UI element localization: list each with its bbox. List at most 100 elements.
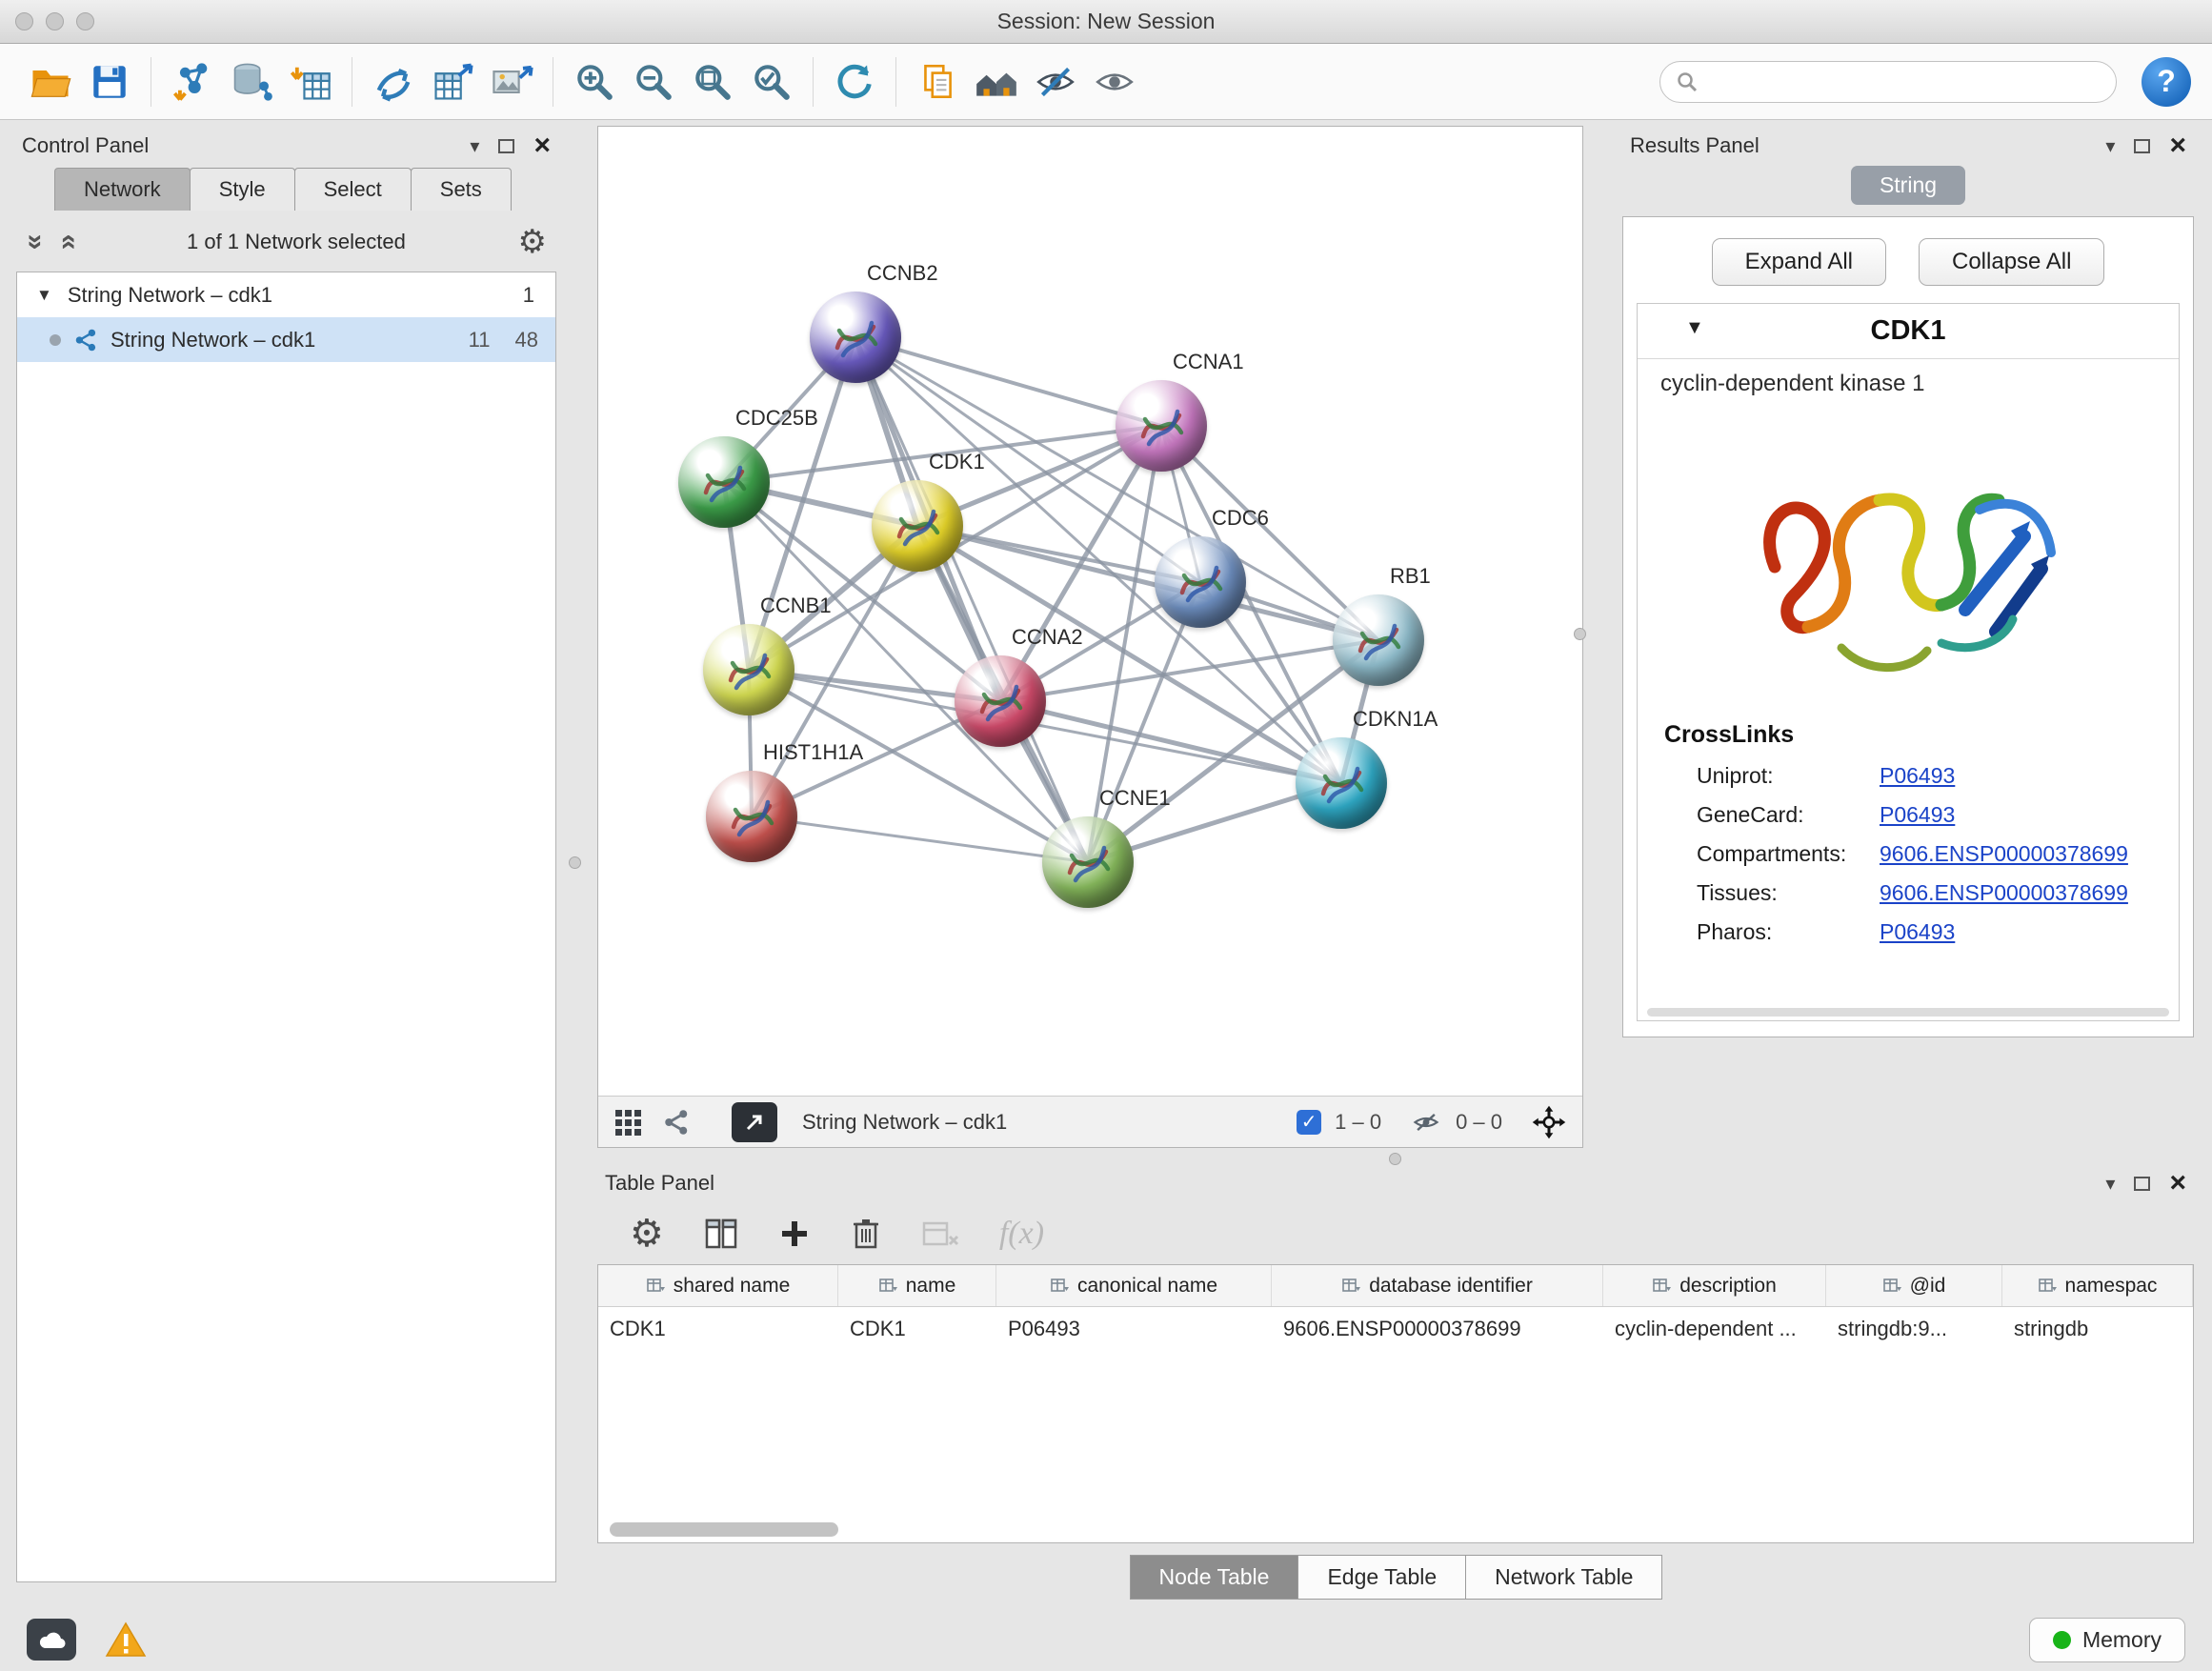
close-panel-icon[interactable]: × <box>2169 1169 2186 1198</box>
column-header-canonical-name[interactable]: canonical name <box>996 1265 1272 1306</box>
collapse-all-button[interactable]: Collapse All <box>1919 238 2104 286</box>
table-settings-gear-icon[interactable]: ⚙ <box>630 1215 664 1253</box>
column-header-namespac[interactable]: namespac <box>2002 1265 2193 1306</box>
gene-header[interactable]: ▼ CDK1 <box>1638 304 2179 359</box>
float-panel-icon[interactable] <box>498 139 514 153</box>
open-session-button[interactable] <box>21 52 80 111</box>
show-annotations-button[interactable] <box>1085 52 1144 111</box>
network-node-hist1h1a[interactable] <box>706 771 797 862</box>
collapse-section-icon[interactable]: ▼ <box>1685 317 1704 339</box>
table-cell[interactable]: CDK1 <box>598 1317 838 1341</box>
import-network-database-button[interactable] <box>222 52 281 111</box>
zoom-out-button[interactable] <box>624 52 683 111</box>
tab-edge-table[interactable]: Edge Table <box>1297 1555 1466 1600</box>
tab-style[interactable]: Style <box>190 168 295 211</box>
table-cell[interactable]: cyclin-dependent ... <box>1603 1317 1826 1341</box>
network-node-ccnb2[interactable] <box>810 292 901 383</box>
grid-view-button[interactable] <box>613 1108 642 1137</box>
zoom-fit-button[interactable] <box>683 52 742 111</box>
hide-annotations-button[interactable] <box>1026 52 1085 111</box>
table-cell[interactable]: CDK1 <box>838 1317 996 1341</box>
tab-node-table[interactable]: Node Table <box>1130 1555 1299 1600</box>
network-node-ccna1[interactable] <box>1116 380 1207 472</box>
splitter-handle[interactable] <box>1574 628 1586 640</box>
tab-string[interactable]: String <box>1851 166 1965 205</box>
crosslink-link[interactable]: 9606.ENSP00000378699 <box>1880 880 2128 906</box>
collapse-all-icon[interactable]: » <box>58 234 75 251</box>
float-panel-icon[interactable] <box>2134 1177 2150 1191</box>
open-in-new-window-button[interactable] <box>732 1102 777 1142</box>
network-canvas[interactable]: CCNB2CCNA1CDC25BCDK1CDC6RB1CCNB1CCNA2CDK… <box>598 127 1582 1096</box>
network-collection-row[interactable]: ▼ String Network – cdk1 1 <box>17 272 555 317</box>
tab-network[interactable]: Network <box>54 168 191 211</box>
crosslink-link[interactable]: P06493 <box>1880 763 1955 789</box>
network-edge[interactable] <box>855 337 1088 862</box>
copy-document-button[interactable] <box>908 52 967 111</box>
network-node-cdkn1a[interactable] <box>1296 737 1387 829</box>
expand-all-icon[interactable]: » <box>27 234 44 251</box>
fit-content-crosshair-icon[interactable] <box>1531 1104 1567 1140</box>
expand-all-button[interactable]: Expand All <box>1712 238 1886 286</box>
network-edge[interactable] <box>749 337 855 670</box>
network-node-cdc25b[interactable] <box>678 436 770 528</box>
table-horizontal-scrollbar[interactable] <box>610 1522 838 1537</box>
panel-menu-icon[interactable]: ▾ <box>2105 1172 2115 1196</box>
network-node-ccnb1[interactable] <box>703 624 794 715</box>
network-row-selected[interactable]: String Network – cdk1 11 48 <box>17 317 555 362</box>
save-session-button[interactable] <box>80 52 139 111</box>
zoom-in-button[interactable] <box>565 52 624 111</box>
network-edge[interactable] <box>855 337 1161 426</box>
table-row[interactable]: CDK1CDK1P064939606.ENSP00000378699cyclin… <box>598 1307 2193 1351</box>
network-node-cdc6[interactable] <box>1155 536 1246 628</box>
crosslink-link[interactable]: P06493 <box>1880 802 1955 828</box>
panel-menu-icon[interactable]: ▾ <box>2105 134 2115 158</box>
network-node-ccna2[interactable] <box>955 655 1046 747</box>
home-views-button[interactable] <box>967 52 1026 111</box>
cloud-status-button[interactable] <box>27 1619 76 1661</box>
table-cell[interactable]: stringdb <box>2002 1317 2193 1341</box>
import-network-file-button[interactable] <box>163 52 222 111</box>
search-input[interactable] <box>1708 70 2101 93</box>
float-panel-icon[interactable] <box>2134 139 2150 153</box>
network-overview-button[interactable] <box>663 1108 692 1137</box>
delete-column-icon[interactable] <box>851 1217 881 1251</box>
add-column-icon[interactable] <box>778 1218 811 1250</box>
column-header-shared-name[interactable]: shared name <box>598 1265 838 1306</box>
table-cell[interactable]: stringdb:9... <box>1826 1317 2002 1341</box>
import-table-button[interactable] <box>281 52 340 111</box>
close-window-button[interactable] <box>15 12 33 30</box>
refresh-button[interactable] <box>825 52 884 111</box>
help-button[interactable]: ? <box>2142 57 2191 107</box>
table-cell[interactable]: P06493 <box>996 1317 1272 1341</box>
crosslink-link[interactable]: P06493 <box>1880 919 1955 945</box>
splitter-handle[interactable] <box>569 856 581 869</box>
network-edge[interactable] <box>917 526 1378 640</box>
network-options-gear-icon[interactable]: ⚙ <box>518 226 547 258</box>
minimize-window-button[interactable] <box>46 12 64 30</box>
column-header-description[interactable]: description <box>1603 1265 1826 1306</box>
show-columns-icon[interactable] <box>704 1218 738 1250</box>
results-scrollbar[interactable] <box>1647 1008 2169 1017</box>
crosslink-link[interactable]: 9606.ENSP00000378699 <box>1880 841 2128 867</box>
tab-select[interactable]: Select <box>294 168 412 211</box>
network-node-rb1[interactable] <box>1333 594 1424 686</box>
panel-menu-icon[interactable]: ▾ <box>470 134 479 158</box>
new-network-button[interactable] <box>364 52 423 111</box>
table-cell[interactable]: 9606.ENSP00000378699 <box>1272 1317 1603 1341</box>
column-header-database-identifier[interactable]: database identifier <box>1272 1265 1603 1306</box>
network-node-cdk1[interactable] <box>872 480 963 572</box>
column-header-name[interactable]: name <box>838 1265 996 1306</box>
tab-sets[interactable]: Sets <box>411 168 512 211</box>
warning-button[interactable] <box>105 1621 147 1659</box>
tab-network-table[interactable]: Network Table <box>1465 1555 1662 1600</box>
network-node-ccne1[interactable] <box>1042 816 1134 908</box>
close-panel-icon[interactable]: × <box>2169 131 2186 160</box>
toolbar-search[interactable] <box>1659 61 2117 103</box>
splitter-handle[interactable] <box>1389 1153 1401 1165</box>
column-header--id[interactable]: @id <box>1826 1265 2002 1306</box>
export-image-button[interactable] <box>482 52 541 111</box>
close-panel-icon[interactable]: × <box>533 131 551 160</box>
zoom-selected-button[interactable] <box>742 52 801 111</box>
zoom-window-button[interactable] <box>76 12 94 30</box>
tree-expand-icon[interactable]: ▼ <box>36 286 52 305</box>
